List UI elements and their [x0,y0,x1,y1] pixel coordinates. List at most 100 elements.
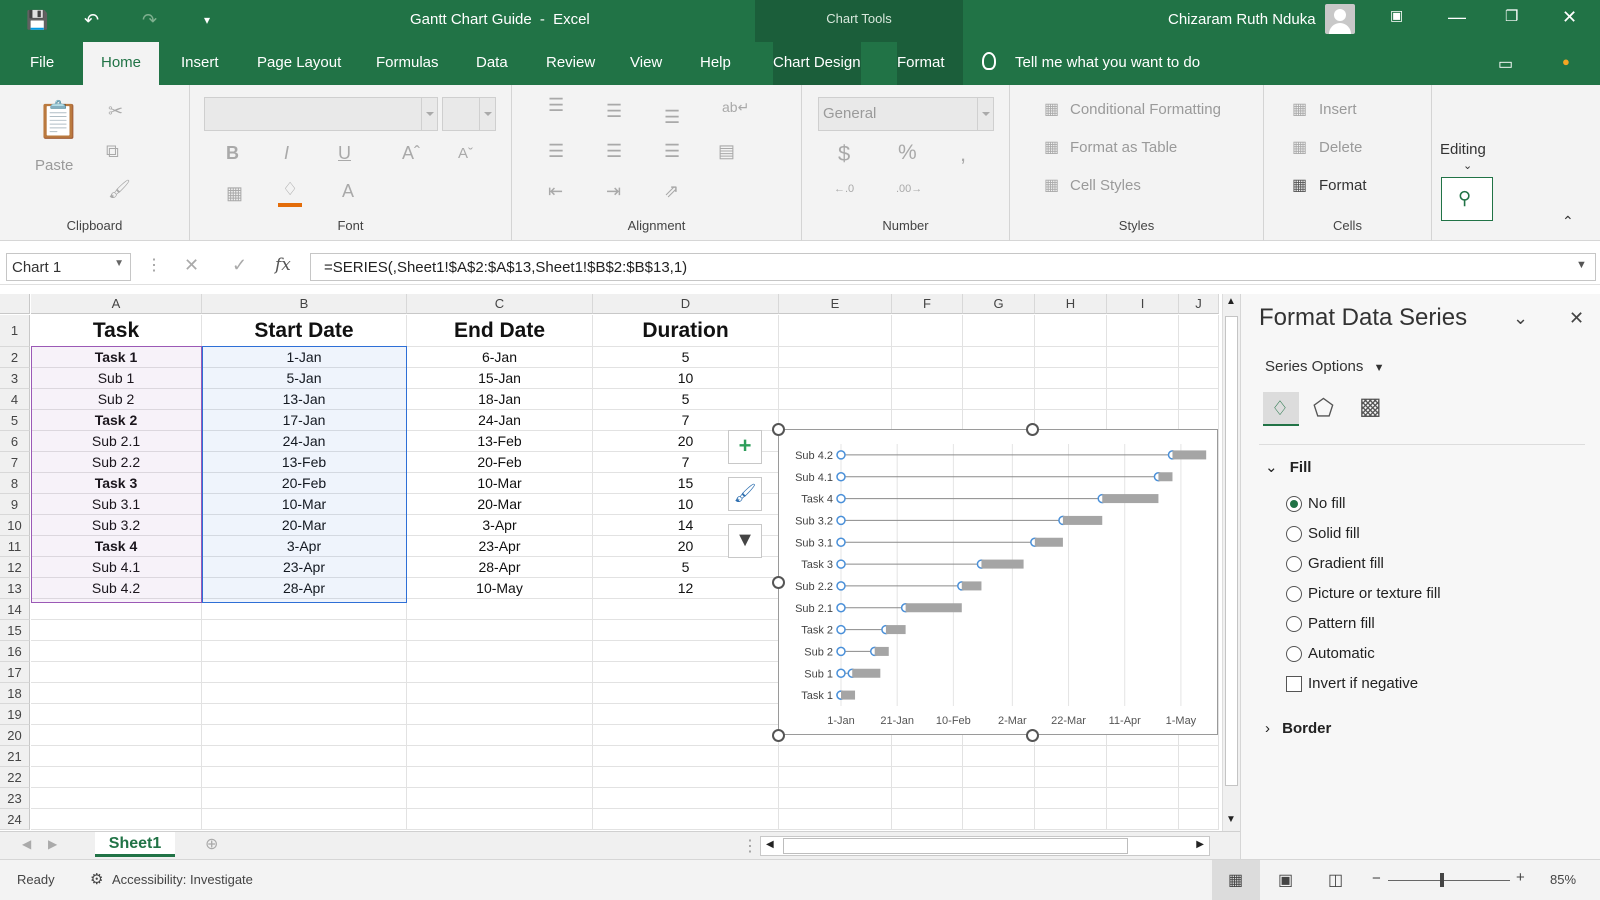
data-cell[interactable]: 5 [593,557,779,578]
close-icon[interactable]: ✕ [1562,7,1577,28]
decrease-font-icon[interactable]: Aˇ [458,145,473,162]
accessibility-status[interactable]: Accessibility: Investigate [112,872,253,887]
comma-style-icon[interactable]: , [960,141,966,167]
undo-icon[interactable]: ↶ [84,8,99,32]
formula-input[interactable]: =SERIES(,Sheet1!$A$2:$A$13,Sheet1!$B$2:$… [310,253,1596,281]
merge-center-icon[interactable]: ▤ [718,141,735,162]
font-color-icon[interactable]: A [342,181,354,202]
row-header[interactable]: 19 [0,704,30,725]
data-cell[interactable]: 20-Feb [407,452,593,473]
cell[interactable] [407,704,593,725]
cell[interactable] [31,662,202,683]
data-cell[interactable]: 15-Jan [407,368,593,389]
invert-negative-label[interactable]: Invert if negative [1308,675,1418,692]
duration-bar[interactable] [905,603,962,613]
cell[interactable] [407,599,593,620]
column-header[interactable]: D [593,294,779,314]
fill-color-icon[interactable]: ♢ [282,179,298,200]
align-bottom-icon[interactable]: ☰ [664,107,680,128]
font-name-box[interactable] [204,97,438,131]
column-header[interactable]: J [1179,294,1219,314]
chart-filters-icon[interactable]: ▼ [728,524,762,558]
cell[interactable] [1107,788,1179,809]
insert-function-icon[interactable]: fx [275,255,291,275]
cell[interactable] [779,410,892,431]
align-right-icon[interactable]: ☰ [664,141,680,162]
borders-icon[interactable]: ▦ [226,183,243,204]
picture-fill-label[interactable]: Picture or texture fill [1308,585,1441,602]
cell[interactable] [892,389,963,410]
cell[interactable] [202,746,407,767]
page-break-view-icon[interactable]: ◫ [1328,870,1343,890]
cell[interactable] [963,389,1035,410]
delete-cells-button[interactable]: Delete [1319,139,1362,156]
row-header[interactable]: 12 [0,557,30,578]
normal-view-button[interactable]: ▦ [1212,860,1260,900]
next-sheet-icon[interactable]: ▶ [48,837,57,851]
chart-styles-icon[interactable]: 🖌 [728,477,762,511]
data-cell[interactable]: 5 [593,389,779,410]
bold-icon[interactable]: B [226,143,239,164]
series-point-handle[interactable] [836,450,846,460]
cell[interactable] [593,746,779,767]
zoom-slider-thumb[interactable] [1440,873,1444,887]
prev-sheet-icon[interactable]: ◀ [22,837,31,851]
tab-chart-design[interactable]: Chart Design [773,42,861,85]
data-cell[interactable]: 3-Apr [407,515,593,536]
cell[interactable] [593,767,779,788]
duration-bar[interactable] [1034,537,1063,547]
series-point-handle[interactable] [836,515,846,526]
cell[interactable] [963,746,1035,767]
align-top-icon[interactable]: ☰ [548,95,564,116]
cell[interactable] [779,315,892,347]
cell[interactable] [593,620,779,641]
cell[interactable] [31,788,202,809]
cell[interactable] [407,809,593,830]
user-name[interactable]: Chizaram Ruth Nduka [1168,11,1316,28]
header-cell[interactable]: Start Date [202,315,407,347]
minimize-icon[interactable]: — [1448,7,1466,28]
cell[interactable] [407,788,593,809]
column-header[interactable]: I [1107,294,1179,314]
gantt-chart-svg[interactable]: 1-Jan 21-Jan 10-Feb 2-Mar 22-Mar 11-Apr 1-May T… [779,430,1219,736]
zoom-slider[interactable] [1388,880,1510,881]
paste-button[interactable]: Paste [35,157,73,174]
cell[interactable] [593,788,779,809]
cell[interactable] [779,746,892,767]
x-tick-label[interactable]: 10-Feb [936,715,971,727]
align-left-icon[interactable]: ☰ [548,141,564,162]
fill-line-tab[interactable]: ♢ [1263,392,1299,426]
cell[interactable] [779,809,892,830]
series-point-handle[interactable] [836,472,846,482]
tab-review[interactable]: Review [546,54,595,71]
cell[interactable] [963,347,1035,368]
cell[interactable] [1107,746,1179,767]
duration-bar[interactable] [1172,450,1207,460]
cell[interactable] [1179,746,1219,767]
duration-bar[interactable] [961,581,982,591]
cell[interactable] [31,704,202,725]
tab-page-layout[interactable]: Page Layout [257,54,341,71]
gradient-fill-radio[interactable] [1286,556,1302,572]
format-painter-icon[interactable]: 🖌 [108,179,131,200]
redo-icon[interactable]: ↷ [142,8,157,32]
x-tick-label[interactable]: 11-Apr [1109,715,1142,727]
border-section-header[interactable]: › Border [1265,720,1331,737]
data-cell[interactable]: 5 [593,347,779,368]
duration-bar[interactable] [981,559,1024,569]
pattern-fill-label[interactable]: Pattern fill [1308,615,1375,632]
save-icon[interactable]: 💾 [26,8,48,32]
column-header[interactable]: H [1035,294,1107,314]
cell[interactable] [1179,368,1219,389]
cell[interactable] [202,683,407,704]
series-options-chart-icon[interactable]: ▩ [1359,392,1382,421]
cell-styles-button[interactable]: Cell Styles [1070,177,1141,194]
data-cell[interactable]: 10-May [407,578,593,599]
cell[interactable] [963,410,1035,431]
effects-pentagon-icon[interactable]: ⬠ [1313,394,1334,423]
cell[interactable] [779,368,892,389]
no-fill-radio[interactable] [1286,496,1302,512]
duration-bar[interactable] [841,690,856,700]
tab-format[interactable]: Format [897,42,963,85]
align-center-icon[interactable]: ☰ [606,141,622,162]
